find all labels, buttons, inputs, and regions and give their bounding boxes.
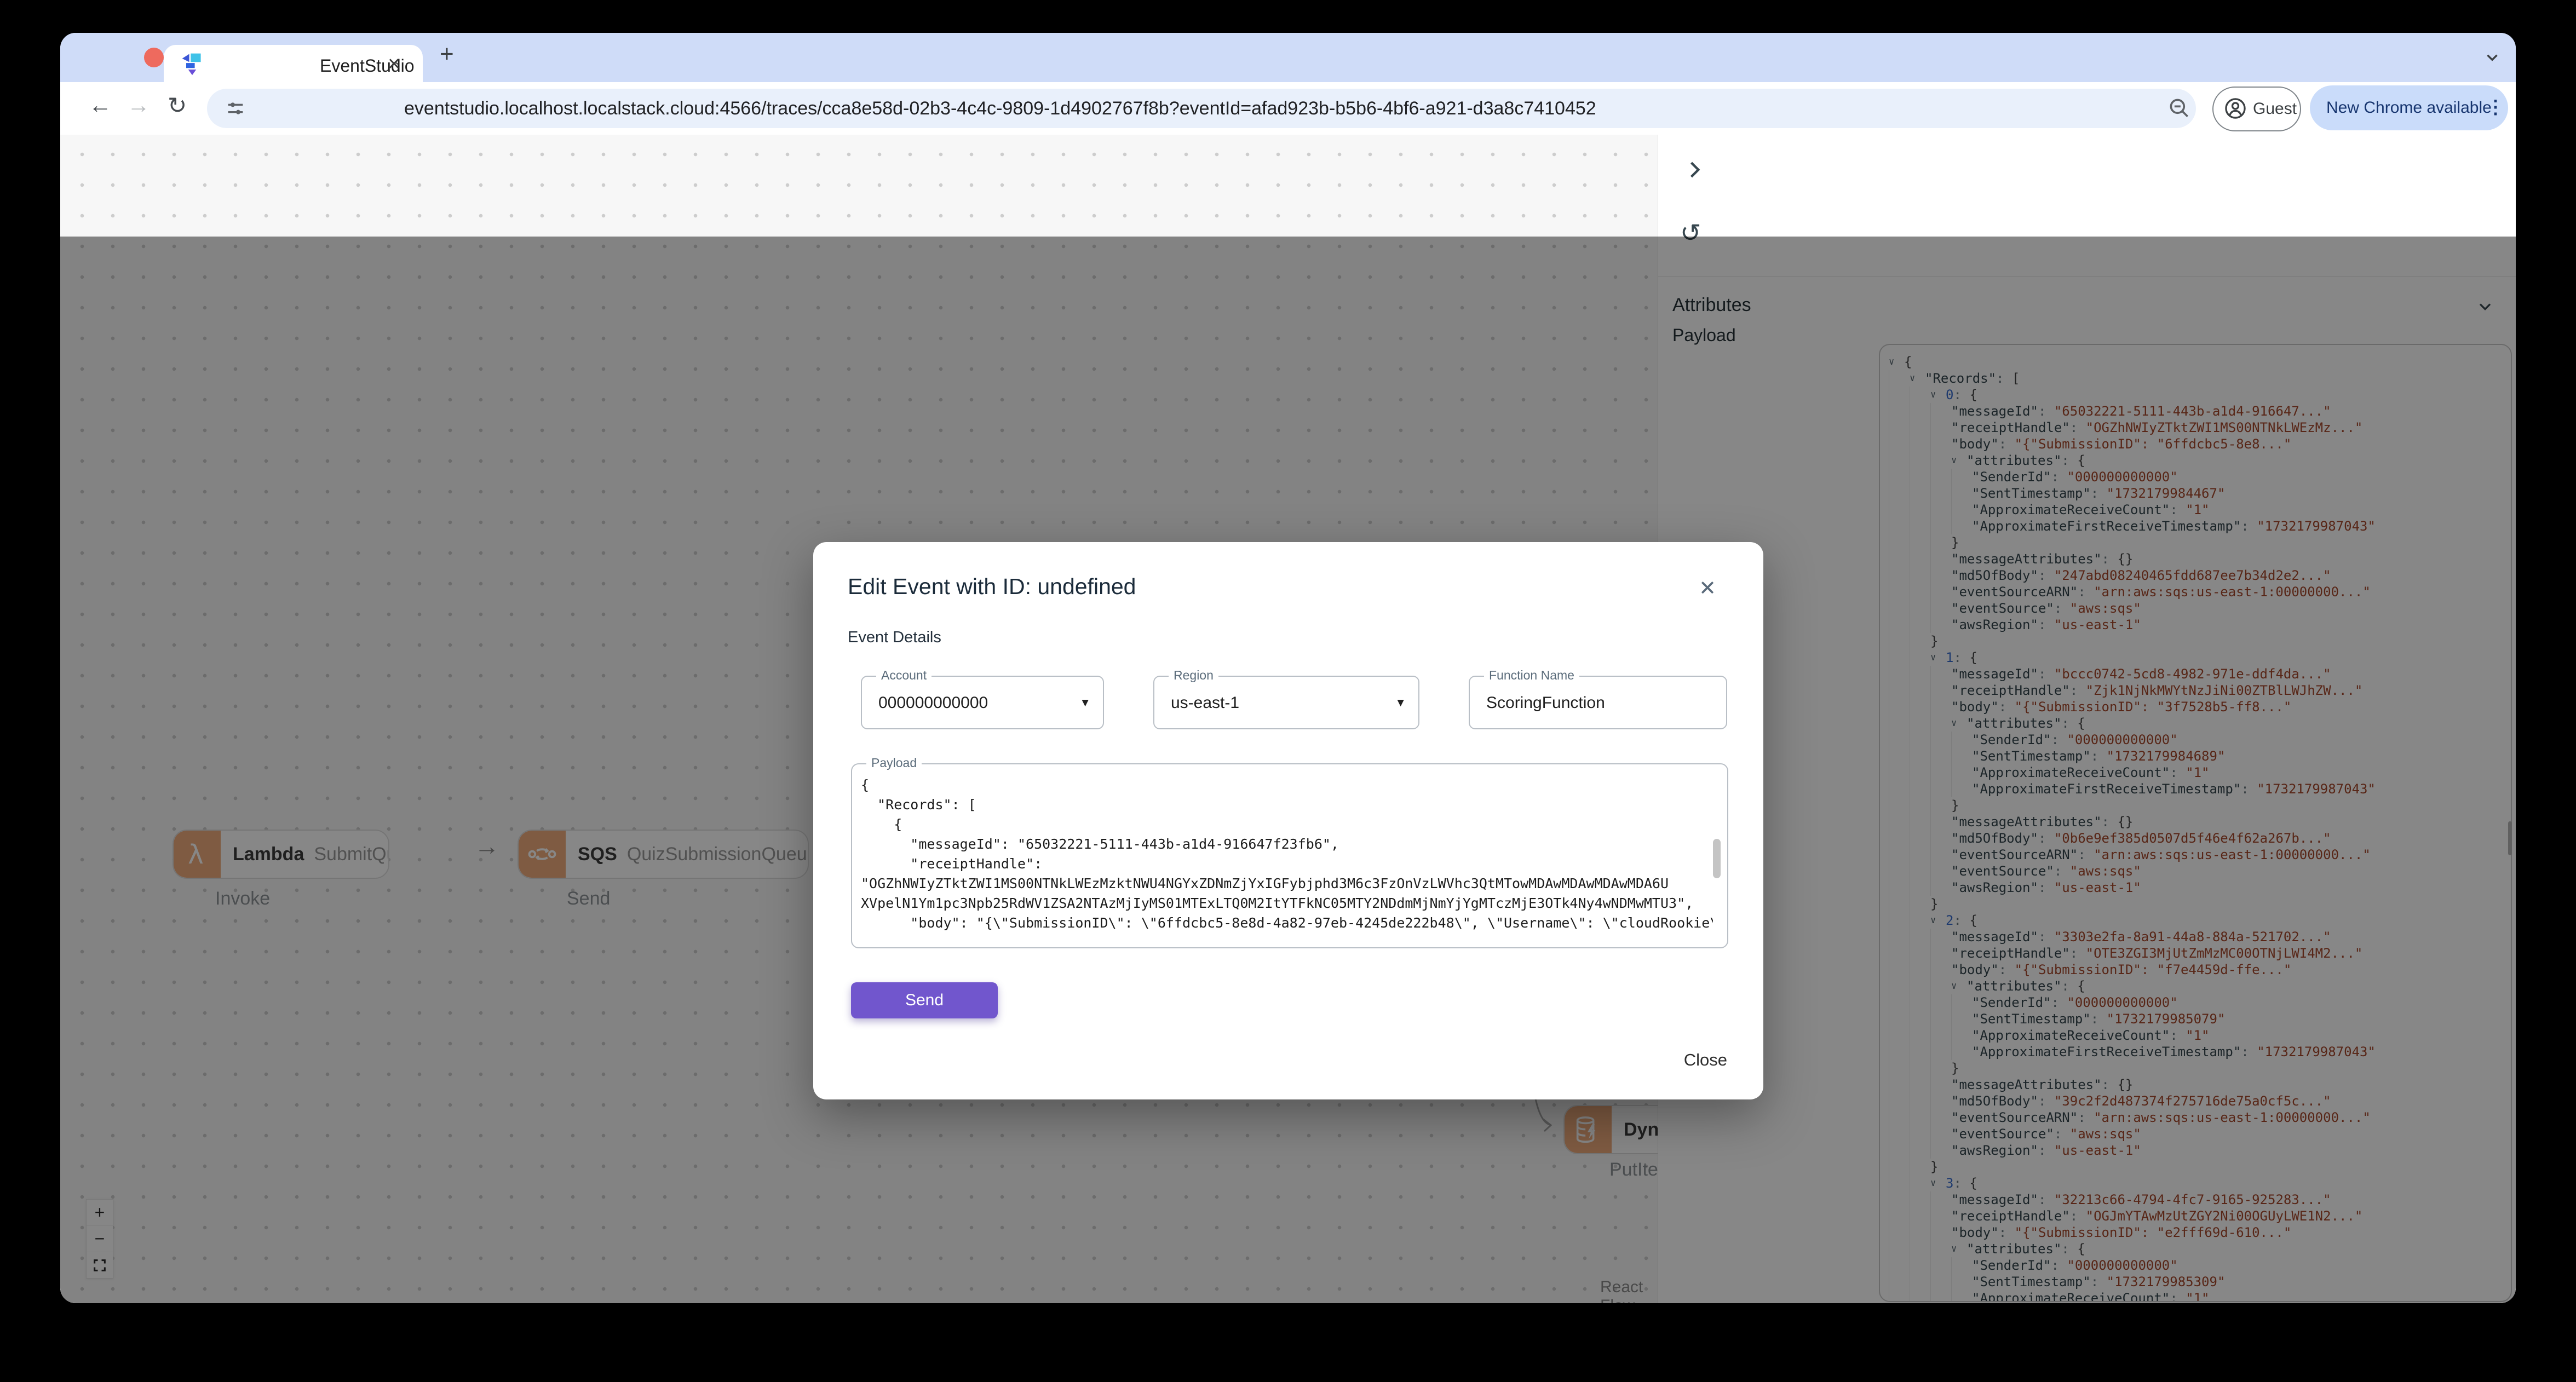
traffic-light-close-button[interactable]	[144, 48, 164, 67]
modal-title: Edit Event with ID: undefined	[848, 574, 1136, 599]
forward-icon[interactable]: →	[127, 92, 150, 118]
kebab-menu-icon[interactable]: ⋮	[2486, 96, 2505, 118]
edit-event-modal: Edit Event with ID: undefined ✕ Event De…	[813, 542, 1763, 1099]
event-details-label: Event Details	[848, 629, 941, 646]
profile-button[interactable]: Guest	[2212, 87, 2301, 131]
guest-avatar-icon	[2223, 96, 2247, 120]
collapse-panel-icon[interactable]	[1682, 158, 1706, 182]
payload-label: Payload	[866, 756, 922, 770]
address-bar[interactable]: eventstudio.localhost.localstack.cloud:4…	[207, 89, 2196, 128]
modal-close-icon[interactable]: ✕	[1699, 576, 1716, 601]
region-value: us-east-1	[1171, 694, 1240, 712]
dropdown-arrow-icon[interactable]: ▼	[1395, 696, 1406, 710]
new-tab-button[interactable]: +	[440, 41, 454, 68]
account-select[interactable]: Account 000000000000 ▼	[861, 668, 1104, 729]
page-content: λ Lambda SubmitQuizFunction Invoke → SQS…	[60, 135, 2516, 1303]
back-icon[interactable]: ←	[89, 92, 112, 118]
payload-scrollbar-thumb[interactable]	[1713, 839, 1721, 878]
update-chrome-button[interactable]: New Chrome available ⋮	[2310, 85, 2508, 130]
close-button[interactable]: Close	[1684, 1050, 1727, 1070]
reload-icon[interactable]: ↻	[168, 92, 187, 119]
tab-eventstudio[interactable]: EventStudio ✕	[164, 45, 423, 82]
profile-label: Guest	[2253, 100, 2297, 118]
update-chrome-label: New Chrome available	[2326, 99, 2492, 117]
url-text[interactable]: eventstudio.localhost.localstack.cloud:4…	[404, 98, 1596, 119]
function-name-field[interactable]: Function Name ScoringFunction	[1469, 668, 1727, 729]
dropdown-arrow-icon[interactable]: ▼	[1079, 696, 1091, 710]
site-settings-icon[interactable]	[225, 97, 246, 119]
account-label: Account	[876, 668, 932, 683]
browser-toolbar: ← → ↻ eventstudio.localhost.localstack.c…	[60, 82, 2516, 135]
account-value: 000000000000	[878, 694, 988, 712]
region-label: Region	[1169, 668, 1218, 683]
tab-search-chevron-icon[interactable]	[2483, 48, 2502, 67]
eventstudio-favicon-icon	[180, 51, 204, 76]
browser-window: EventStudio ✕ + ← → ↻ eventstudio.localh…	[60, 33, 2516, 1303]
payload-textarea[interactable]: { "Records": [ { "messageId": "65032221-…	[861, 775, 1713, 937]
send-button[interactable]: Send	[851, 982, 998, 1018]
function-name-value: ScoringFunction	[1486, 694, 1605, 712]
function-name-label: Function Name	[1484, 668, 1579, 683]
tab-strip: EventStudio ✕ +	[60, 33, 2516, 82]
zoom-icon[interactable]	[2167, 96, 2192, 120]
payload-field: Payload { "Records": [ { "messageId": "6…	[851, 756, 1728, 948]
region-select[interactable]: Region us-east-1 ▼	[1153, 668, 1419, 729]
tab-close-icon[interactable]: ✕	[387, 55, 401, 74]
